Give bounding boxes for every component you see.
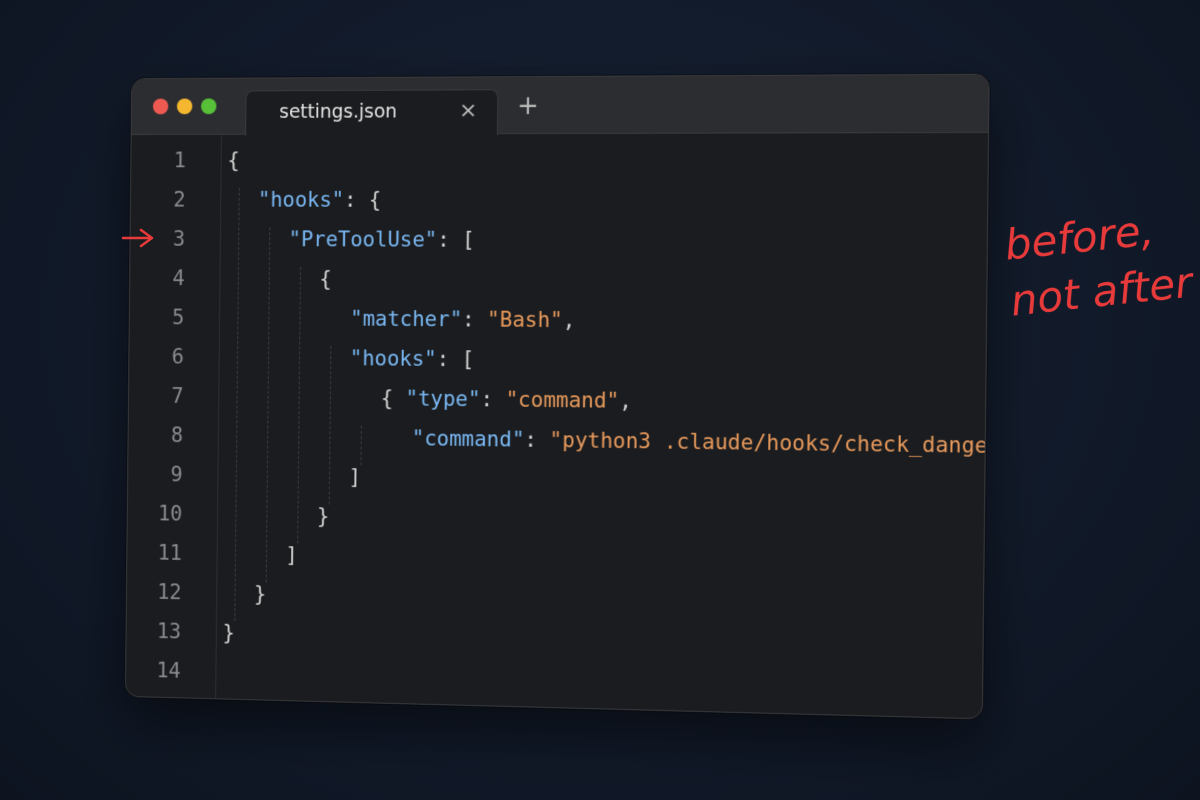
code-editor[interactable]: 1 2 3 4 5 6 7 8 9 10 11 12 13 14 {"hooks": {"PreToolU… xyxy=(125,133,990,718)
code-line: "hooks": { xyxy=(258,188,382,212)
code-line: "PreToolUse": [ xyxy=(289,227,475,251)
title-bar: settings.json × + xyxy=(131,74,989,136)
code-line: } xyxy=(317,504,330,528)
json-punctuation: : [ xyxy=(437,227,475,252)
json-punctuation: } xyxy=(222,620,235,645)
json-punctuation: } xyxy=(253,582,267,606)
json-key: "matcher" xyxy=(350,306,463,332)
json-string: "python3 .claude/hooks/check_dangerous.p… xyxy=(549,428,990,460)
code-line: { xyxy=(227,149,239,173)
code-line: { "type": "command", xyxy=(381,386,632,413)
json-key: "hooks" xyxy=(349,346,437,371)
line-number: 12 xyxy=(157,580,182,605)
code-line: { xyxy=(319,267,332,291)
indent-guide xyxy=(265,227,271,583)
handwritten-annotation: before, not after xyxy=(1002,198,1200,329)
line-number: 4 xyxy=(172,266,185,290)
desktop-background: settings.json × + 1 2 3 4 5 6 7 8 9 10 11 12 13 14 {"… xyxy=(0,0,1200,800)
arrow-right-icon xyxy=(121,228,154,248)
json-punctuation: ] xyxy=(348,465,362,490)
line-number: 3 xyxy=(172,227,186,251)
json-key: "type" xyxy=(405,386,481,412)
line-number-gutter: 1 2 3 4 5 6 7 8 9 10 11 12 13 14 xyxy=(125,134,222,699)
json-punctuation: , xyxy=(562,308,576,333)
indent-guide xyxy=(297,266,302,544)
tab-label: settings.json xyxy=(279,100,398,123)
editor-window: settings.json × + 1 2 3 4 5 6 7 8 9 10 11 12 13 14 {"… xyxy=(124,73,990,720)
minimize-window-button[interactable] xyxy=(176,98,193,115)
json-punctuation: : { xyxy=(344,187,382,212)
line-number: 9 xyxy=(170,462,183,487)
code-line: "hooks": [ xyxy=(350,346,475,371)
indent-guide xyxy=(328,346,332,505)
json-punctuation: ] xyxy=(285,543,298,568)
zoom-window-button[interactable] xyxy=(200,98,217,115)
line-number: 14 xyxy=(156,658,181,683)
line-number: 13 xyxy=(156,619,182,644)
code-line: ] xyxy=(348,465,361,489)
tab-settings-json[interactable]: settings.json × xyxy=(245,89,499,136)
line-number: 5 xyxy=(172,305,185,330)
close-window-button[interactable] xyxy=(152,98,169,115)
code-line: } xyxy=(254,582,267,606)
json-punctuation: : xyxy=(524,427,550,453)
json-punctuation: : [ xyxy=(436,347,475,372)
line-number: 1 xyxy=(173,148,187,173)
json-string: "command" xyxy=(505,387,620,413)
line-number: 11 xyxy=(157,540,183,565)
code-line: "command": "python3 .claude/hooks/check_… xyxy=(412,426,990,459)
json-key: "PreToolUse" xyxy=(288,227,438,252)
json-string: "Bash" xyxy=(487,307,563,333)
code-line: ] xyxy=(285,543,298,567)
json-key: "hooks" xyxy=(257,187,345,212)
line-number: 8 xyxy=(170,423,184,448)
json-punctuation: , xyxy=(619,388,633,413)
tab-close-icon[interactable]: × xyxy=(459,98,478,123)
json-punctuation: { xyxy=(227,148,240,173)
code-line: "matcher": "Bash", xyxy=(350,307,575,332)
code-area[interactable]: {"hooks": {"PreToolUse": [{"matcher": "B… xyxy=(222,133,990,718)
line-number: 6 xyxy=(171,344,185,369)
indent-guide xyxy=(360,425,362,466)
json-punctuation: : xyxy=(480,387,506,412)
json-punctuation: { xyxy=(380,386,406,411)
json-punctuation: : xyxy=(462,307,488,332)
line-number: 10 xyxy=(157,501,183,526)
new-tab-icon[interactable]: + xyxy=(517,91,539,121)
indent-guide xyxy=(234,187,240,622)
line-number: 7 xyxy=(171,384,184,408)
json-punctuation: { xyxy=(319,267,332,291)
code-line: } xyxy=(222,621,234,645)
json-punctuation: } xyxy=(316,504,330,529)
json-key: "command" xyxy=(411,426,525,452)
line-number: 2 xyxy=(173,187,186,212)
